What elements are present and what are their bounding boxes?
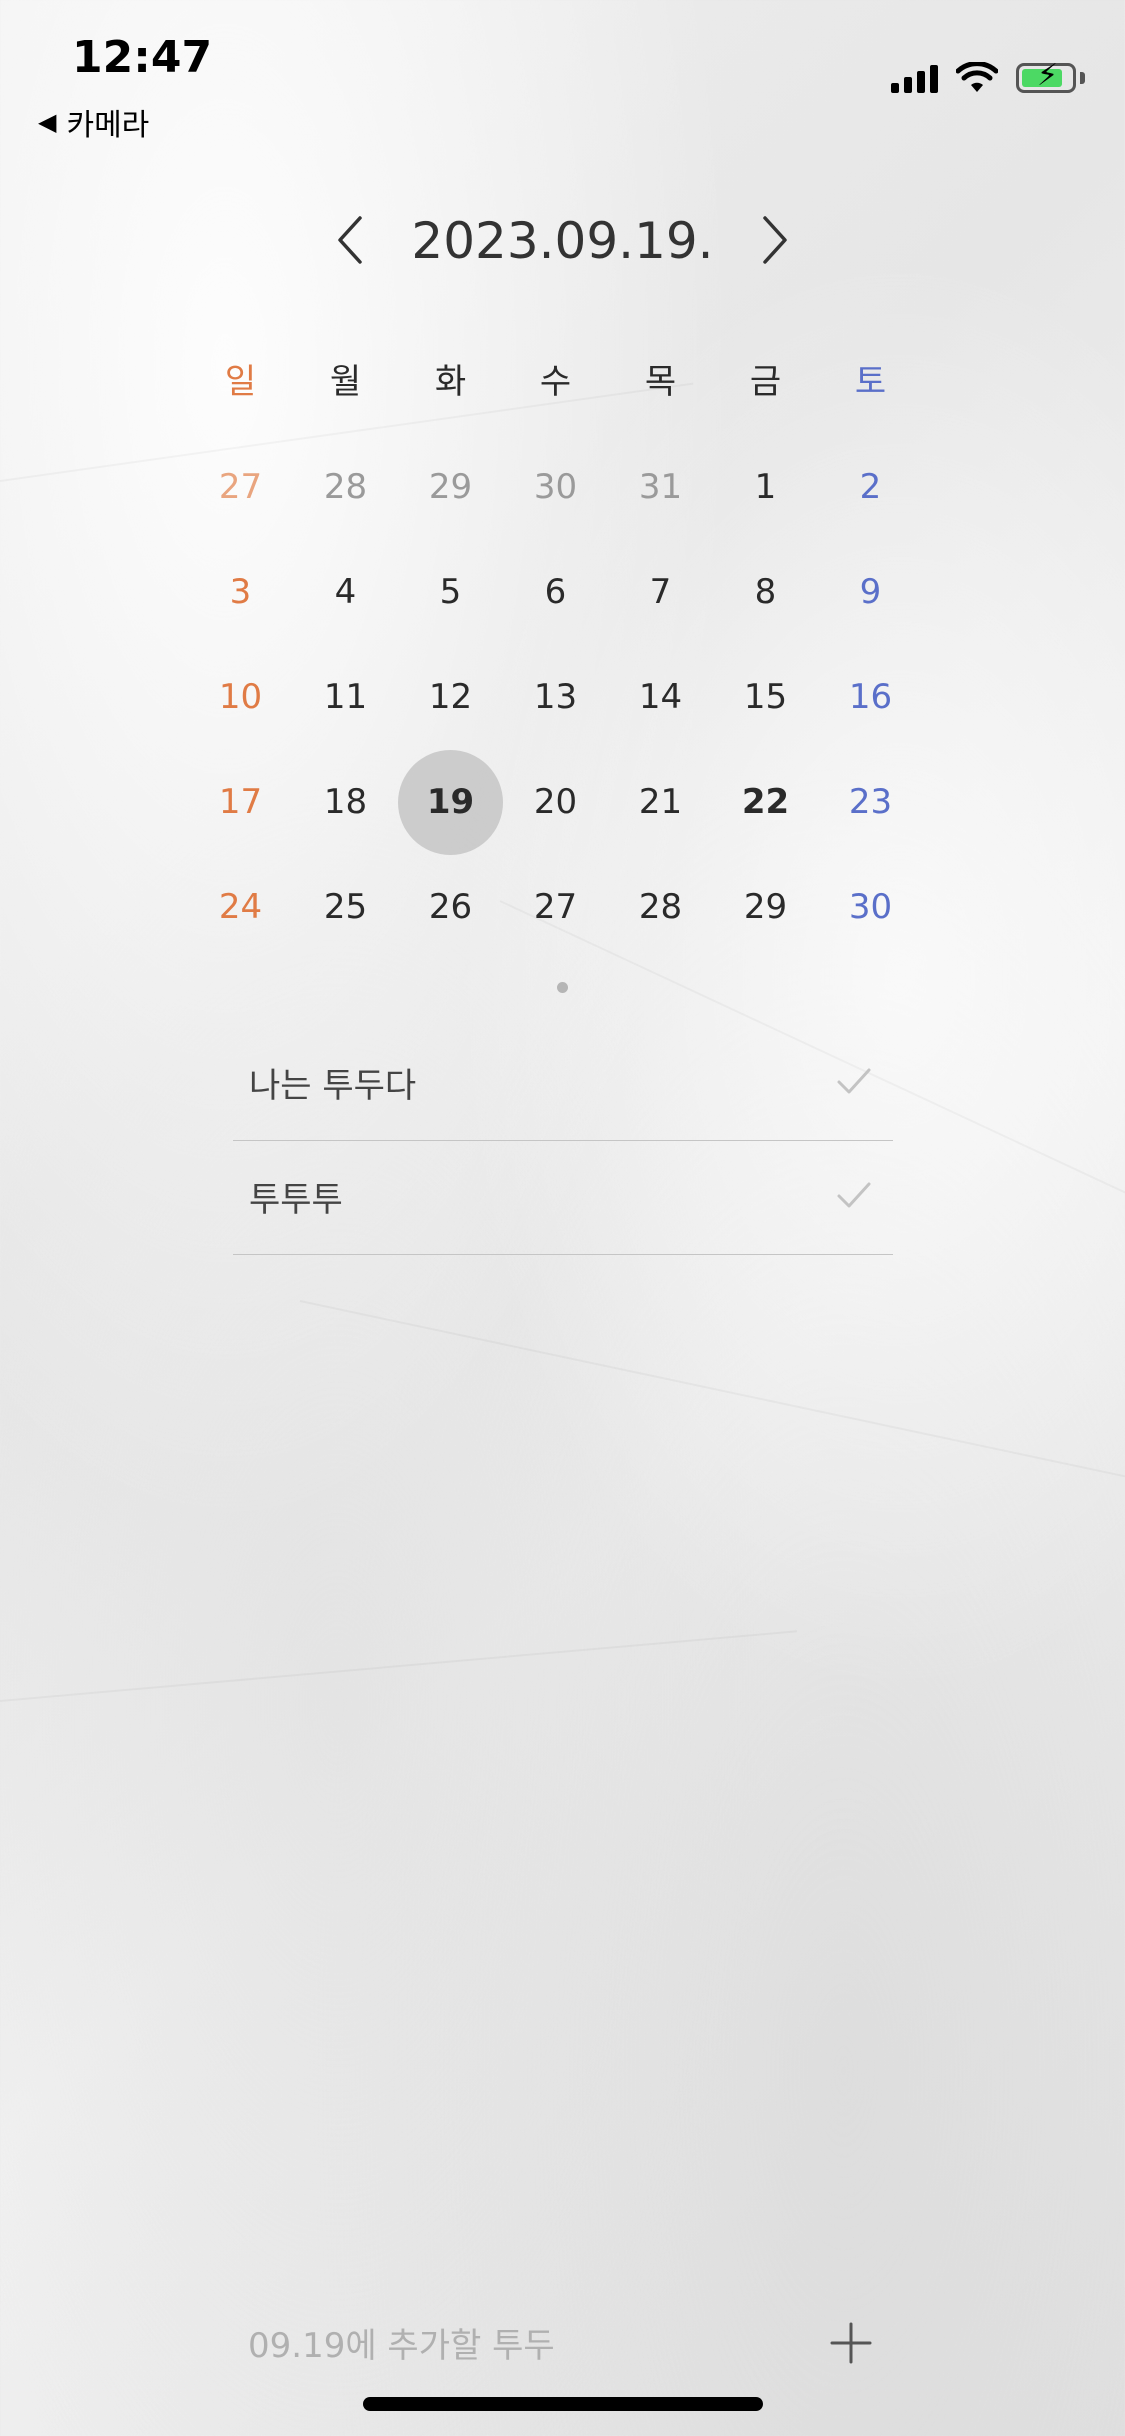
calendar-day[interactable]: 12: [398, 645, 503, 750]
selected-day-number: 19: [426, 782, 475, 822]
calendar-day[interactable]: 14: [608, 645, 713, 750]
calendar-day[interactable]: 28: [293, 435, 398, 540]
weekday-header-row: 일 월 화 수 목 금 토: [188, 330, 940, 435]
calendar-day-selected[interactable]: 19: [398, 750, 503, 855]
calendar-day[interactable]: 21: [608, 750, 713, 855]
weekday-wed: 수: [539, 362, 572, 402]
next-day-button[interactable]: [743, 210, 803, 270]
calendar-day[interactable]: 8: [713, 540, 818, 645]
calendar-day[interactable]: 25: [293, 855, 398, 960]
calendar-day[interactable]: 6: [503, 540, 608, 645]
calendar-day[interactable]: 27: [503, 855, 608, 960]
calendar-day[interactable]: 3: [188, 540, 293, 645]
battery-tip: [1080, 72, 1085, 84]
paper-crease: [300, 1300, 1125, 1489]
calendar-day[interactable]: 29: [398, 435, 503, 540]
weekday-fri: 금: [749, 362, 782, 402]
status-time: 12:47: [72, 32, 213, 83]
calendar-day[interactable]: 11: [293, 645, 398, 750]
calendar-day[interactable]: 18: [293, 750, 398, 855]
calendar-day[interactable]: 13: [503, 645, 608, 750]
add-todo-input[interactable]: 09.19에 추가할 투두: [248, 2318, 555, 2367]
calendar-day[interactable]: 16: [818, 645, 923, 750]
calendar-day[interactable]: 27: [188, 435, 293, 540]
calendar-grid: 일 월 화 수 목 금 토 27 28 29 30 31 1 2 3 4 5 6…: [188, 330, 940, 960]
calendar-day[interactable]: 10: [188, 645, 293, 750]
back-triangle-icon: ◀: [38, 108, 57, 136]
calendar-day[interactable]: 30: [818, 855, 923, 960]
current-date-title[interactable]: 2023.09.19.: [0, 212, 1125, 270]
weekday-tue: 화: [434, 362, 467, 402]
calendar-day[interactable]: 5: [398, 540, 503, 645]
page-indicator-dot: [557, 982, 568, 993]
calendar-day[interactable]: 24: [188, 855, 293, 960]
calendar-day[interactable]: 23: [818, 750, 923, 855]
calendar-day[interactable]: 15: [713, 645, 818, 750]
calendar-day[interactable]: 26: [398, 855, 503, 960]
calendar-day[interactable]: 17: [188, 750, 293, 855]
status-icons: ⚡: [891, 61, 1085, 94]
calendar-day[interactable]: 31: [608, 435, 713, 540]
calendar-week-row: 27 28 29 30 31 1 2: [188, 435, 940, 540]
calendar-day[interactable]: 2: [818, 435, 923, 540]
back-to-app-link[interactable]: ◀ 카메라: [38, 100, 149, 144]
calendar-day[interactable]: 7: [608, 540, 713, 645]
todo-item[interactable]: 나는 투두다: [233, 1028, 893, 1141]
home-indicator[interactable]: [363, 2397, 763, 2411]
calendar-day[interactable]: 20: [503, 750, 608, 855]
weekday-sun: 일: [224, 362, 257, 402]
calendar-week-row: 24 25 26 27 28 29 30: [188, 855, 940, 960]
calendar-week-row: 10 11 12 13 14 15 16: [188, 645, 940, 750]
signal-icon: [891, 63, 938, 93]
weekday-thu: 목: [644, 362, 677, 402]
check-icon[interactable]: [833, 1060, 875, 1102]
calendar-week-row: 17 18 19 20 21 22 23: [188, 750, 940, 855]
battery-charging-icon: ⚡: [1016, 61, 1076, 93]
calendar-day[interactable]: 4: [293, 540, 398, 645]
wifi-icon: [956, 62, 998, 92]
calendar-day[interactable]: 28: [608, 855, 713, 960]
check-icon[interactable]: [833, 1174, 875, 1216]
calendar-day-today[interactable]: 22: [713, 750, 818, 855]
todo-text: 투투투: [249, 1180, 343, 1220]
calendar-day[interactable]: 1: [713, 435, 818, 540]
weekday-sat: 토: [854, 362, 887, 402]
calendar-week-row: 3 4 5 6 7 8 9: [188, 540, 940, 645]
calendar-day[interactable]: 29: [713, 855, 818, 960]
todo-item[interactable]: 투투투: [233, 1142, 893, 1255]
back-app-label: 카메라: [66, 108, 150, 143]
chevron-right-icon: [763, 216, 787, 264]
todo-text: 나는 투두다: [249, 1066, 417, 1106]
plus-icon[interactable]: [826, 2318, 876, 2368]
calendar-day[interactable]: 30: [503, 435, 608, 540]
paper-crease: [0, 1630, 797, 1702]
calendar-day[interactable]: 9: [818, 540, 923, 645]
weekday-mon: 월: [329, 362, 362, 402]
